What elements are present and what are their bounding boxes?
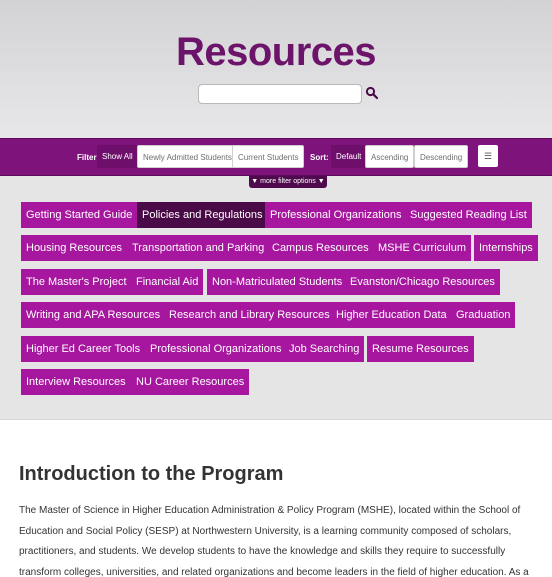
tag-higher-ed-career-tools[interactable]: Higher Ed Career Tools	[21, 336, 146, 362]
tag-mshe-curriculum[interactable]: MSHE Curriculum	[373, 235, 472, 261]
tag-evanston-chicago-resources[interactable]: Evanston/Chicago Resources	[345, 269, 500, 295]
more-filter-options-button[interactable]: ▼ more filter options ▼	[249, 176, 327, 188]
menu-button[interactable]: ☰	[478, 145, 498, 167]
sort-ascending-button[interactable]: Ascending	[365, 145, 415, 168]
tag-graduation[interactable]: Graduation	[451, 302, 516, 328]
tag-professional-organizations-2[interactable]: Professional Organizations	[145, 336, 287, 362]
tag-housing-resources[interactable]: Housing Resources	[21, 235, 127, 261]
tag-writing-and-apa-resources[interactable]: Writing and APA Resources	[21, 302, 166, 328]
tag-masters-project[interactable]: The Master's Project	[21, 269, 132, 295]
tag-research-and-library-resources[interactable]: Research and Library Resources	[164, 302, 335, 328]
intro-section: Introduction to the Program The Master o…	[0, 421, 552, 577]
sort-default-button[interactable]: Default	[331, 145, 367, 168]
filter-bar: Filter: Show All Newly Admitted Students…	[0, 138, 552, 176]
tag-professional-organizations[interactable]: Professional Organizations	[265, 202, 407, 228]
intro-paragraph: The Master of Science in Higher Educatio…	[19, 505, 529, 577]
filter-show-all-button[interactable]: Show All	[97, 145, 138, 168]
tag-non-matriculated-students[interactable]: Non-Matriculated Students	[207, 269, 348, 295]
tag-suggested-reading-list[interactable]: Suggested Reading List	[405, 202, 532, 228]
tag-transportation-and-parking[interactable]: Transportation and Parking	[127, 235, 270, 261]
search-input[interactable]	[198, 84, 362, 104]
page-title: Resources	[175, 30, 377, 74]
tag-higher-education-data[interactable]: Higher Education Data	[331, 302, 452, 328]
page-header: Resources	[0, 0, 552, 138]
tag-job-searching[interactable]: Job Searching	[284, 336, 365, 362]
tag-financial-aid[interactable]: Financial Aid	[131, 269, 204, 295]
tag-interview-resources[interactable]: Interview Resources	[21, 369, 131, 395]
hamburger-icon: ☰	[483, 151, 493, 161]
filter-current-students-button[interactable]: Current Students	[232, 145, 305, 168]
filter-label: Filter:	[77, 153, 100, 162]
tag-nu-career-resources[interactable]: NU Career Resources	[131, 369, 250, 395]
tag-policies-and-regulations[interactable]: Policies and Regulations	[137, 202, 268, 228]
search-icon[interactable]	[365, 86, 379, 100]
tag-internships[interactable]: Internships	[474, 235, 538, 261]
tag-resume-resources[interactable]: Resume Resources	[367, 336, 474, 362]
resource-tags: Getting Started Guide Policies and Regul…	[0, 176, 552, 420]
tag-getting-started-guide[interactable]: Getting Started Guide	[21, 202, 138, 228]
sort-label: Sort:	[310, 153, 329, 162]
tag-campus-resources[interactable]: Campus Resources	[267, 235, 374, 261]
intro-heading: Introduction to the Program	[19, 463, 284, 485]
sort-descending-button[interactable]: Descending	[414, 145, 469, 168]
filter-newly-admitted-button[interactable]: Newly Admitted Students	[137, 145, 238, 168]
